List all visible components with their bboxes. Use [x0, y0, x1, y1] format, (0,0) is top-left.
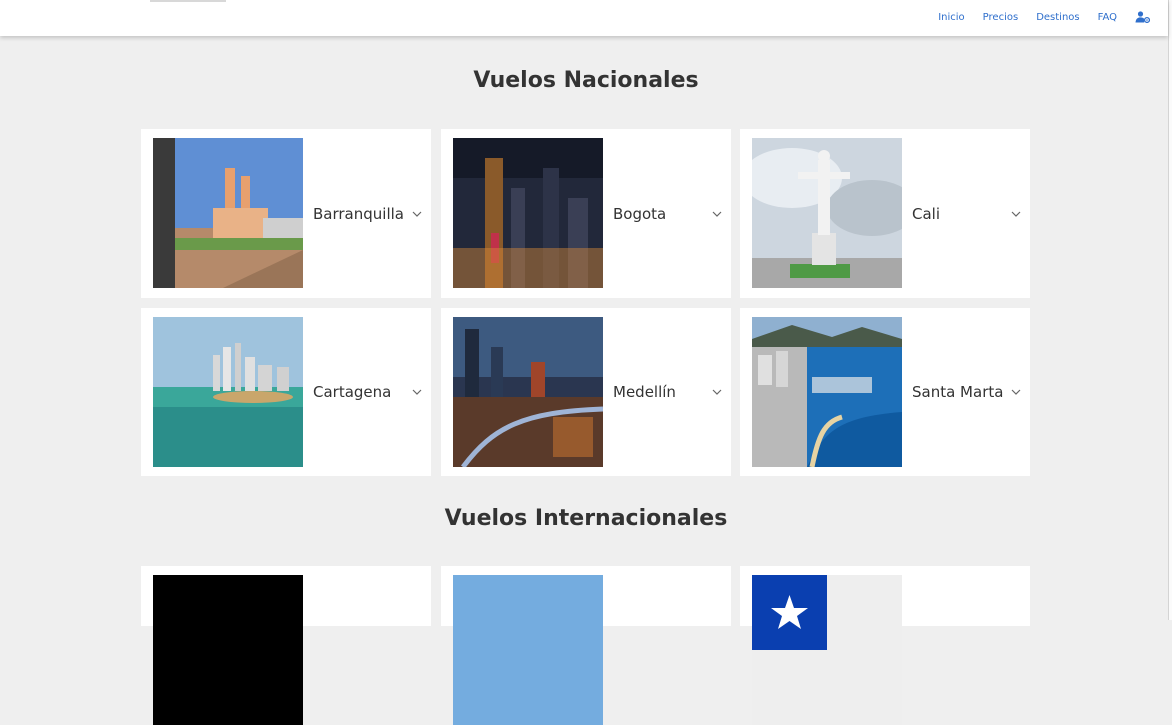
- logo-hint: [150, 0, 226, 2]
- destination-name: Cartagena: [313, 383, 392, 401]
- chevron-down-icon[interactable]: [1010, 386, 1022, 398]
- barranquilla-photo: [153, 138, 303, 288]
- destination-card-medellin[interactable]: Medellín: [441, 308, 731, 476]
- destination-name: Santa Marta: [912, 383, 1004, 401]
- star-flag-image: [752, 575, 902, 725]
- top-navbar: Inicio Precios Destinos FAQ: [0, 0, 1168, 36]
- medellin-photo: [453, 317, 603, 467]
- international-card[interactable]: [740, 566, 1030, 725]
- section-title-national: Vuelos Nacionales: [473, 68, 699, 93]
- chevron-down-icon[interactable]: [411, 386, 423, 398]
- light-blue-flag-image: [453, 575, 603, 725]
- chevron-down-icon[interactable]: [1010, 208, 1022, 220]
- bogota-photo: [453, 138, 603, 288]
- destination-card-cartagena[interactable]: Cartagena: [141, 308, 431, 476]
- nav-link-inicio[interactable]: Inicio: [938, 12, 964, 23]
- user-settings-icon[interactable]: [1135, 11, 1150, 23]
- destination-card-cali[interactable]: Cali: [740, 129, 1030, 298]
- cartagena-photo: [153, 317, 303, 467]
- chevron-down-icon[interactable]: [711, 386, 723, 398]
- cali-photo: [752, 138, 902, 288]
- destination-card-santa-marta[interactable]: Santa Marta: [740, 308, 1030, 476]
- destination-card-barranquilla[interactable]: Barranquilla: [141, 129, 431, 298]
- destination-name: Bogota: [613, 204, 667, 223]
- section-title-international: Vuelos Internacionales: [444, 506, 728, 531]
- main-nav: Inicio Precios Destinos FAQ: [938, 11, 1150, 23]
- santa-marta-photo: [752, 317, 902, 467]
- nav-link-faq[interactable]: FAQ: [1098, 12, 1117, 23]
- chevron-down-icon[interactable]: [711, 208, 723, 220]
- international-card[interactable]: [141, 566, 431, 725]
- chevron-down-icon[interactable]: [411, 208, 423, 220]
- destination-name: Barranquilla: [313, 204, 404, 223]
- nav-link-destinos[interactable]: Destinos: [1036, 12, 1079, 23]
- destination-name: Medellín: [613, 383, 676, 401]
- international-card[interactable]: [441, 566, 731, 725]
- destination-card-bogota[interactable]: Bogota: [441, 129, 731, 298]
- destination-name: Cali: [912, 204, 941, 223]
- nav-link-precios[interactable]: Precios: [983, 12, 1019, 23]
- black-flag-image: [153, 575, 303, 725]
